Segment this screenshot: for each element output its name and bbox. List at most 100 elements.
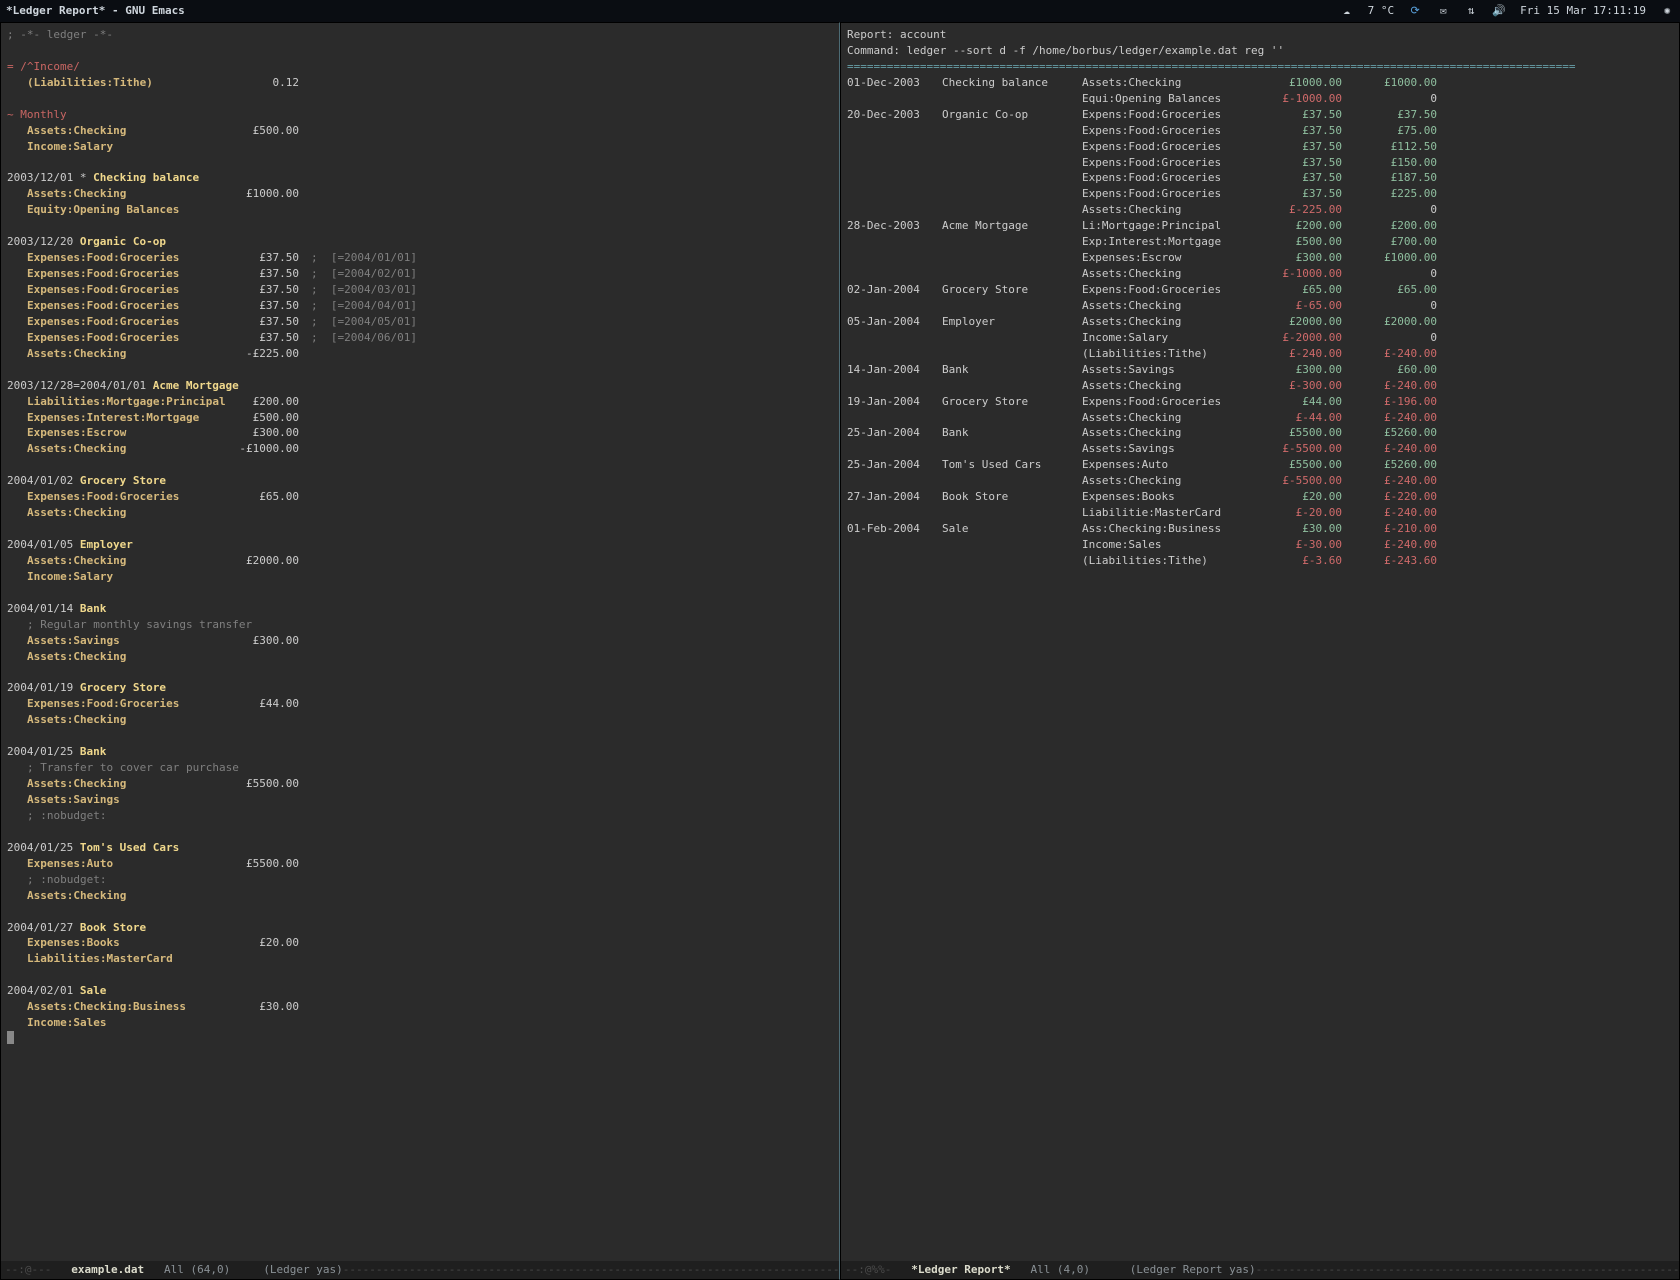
clock: Fri 15 Mar 17:11:19 (1520, 3, 1646, 19)
top-panel: *Ledger Report* - GNU Emacs ☁ 7 °C ⟳ ✉ ⇅… (0, 0, 1680, 22)
periodic-tx[interactable]: ~ Monthly (7, 107, 833, 123)
ledger-report-buffer[interactable]: Report: accountCommand: ledger --sort d … (841, 23, 1679, 1259)
posting-line[interactable]: Income:Salary (7, 139, 833, 155)
register-row[interactable]: Expens:Food:Groceries£37.50£75.00 (847, 123, 1673, 139)
posting-line[interactable]: Expenses:Food:Groceries£37.50; [=2004/04… (7, 298, 833, 314)
register-row[interactable]: Liabilitie:MasterCard£-20.00£-240.00 (847, 505, 1673, 521)
mode-comment: ; -*- ledger -*- (7, 27, 833, 43)
register-row[interactable]: Income:Salary£-2000.000 (847, 330, 1673, 346)
tx-header[interactable]: 2004/02/01 Sale (7, 983, 833, 999)
window-title-text: *Ledger Report* - GNU Emacs (6, 4, 185, 17)
posting-line[interactable]: Assets:Checking (7, 649, 833, 665)
network-icon[interactable]: ⇅ (1464, 3, 1478, 19)
register-row[interactable]: Assets:Checking£-300.00£-240.00 (847, 378, 1673, 394)
posting-line[interactable]: Assets:Checking£2000.00 (7, 553, 833, 569)
register-row[interactable]: 01-Feb-2004SaleAss:Checking:Business£30.… (847, 521, 1673, 537)
register-row[interactable]: Expens:Food:Groceries£37.50£150.00 (847, 155, 1673, 171)
register-row[interactable]: 02-Jan-2004Grocery StoreExpens:Food:Groc… (847, 282, 1673, 298)
pane-ledger-source[interactable]: ; -*- ledger -*- = /^Income/(Liabilities… (0, 22, 840, 1280)
posting-line[interactable]: Expenses:Food:Groceries£37.50; [=2004/06… (7, 330, 833, 346)
posting-line[interactable]: Expenses:Auto£5500.00 (7, 856, 833, 872)
tx-header[interactable]: 2004/01/27 Book Store (7, 920, 833, 936)
posting-line[interactable]: Income:Sales (7, 1015, 833, 1031)
posting-line[interactable]: Expenses:Food:Groceries£37.50; [=2004/03… (7, 282, 833, 298)
posting-line[interactable]: Expenses:Food:Groceries£44.00 (7, 696, 833, 712)
workspace: ; -*- ledger -*- = /^Income/(Liabilities… (0, 22, 1680, 1280)
posting-line[interactable]: Expenses:Food:Groceries£65.00 (7, 489, 833, 505)
mail-icon[interactable]: ✉ (1436, 3, 1450, 19)
tx-header[interactable]: 2004/01/25 Tom's Used Cars (7, 840, 833, 856)
register-row[interactable]: 28-Dec-2003Acme MortgageLi:Mortgage:Prin… (847, 218, 1673, 234)
posting-line[interactable]: Income:Salary (7, 569, 833, 585)
posting-line[interactable]: Assets:Checking-£1000.00 (7, 441, 833, 457)
weather-icon: ☁ (1340, 3, 1354, 19)
modeline-position: All (64,0) (144, 1262, 263, 1278)
posting-line[interactable]: Assets:Checking£500.00 (7, 123, 833, 139)
modeline-prefix: --:@%%- (845, 1262, 911, 1278)
register-row[interactable]: 27-Jan-2004Book StoreExpenses:Books£20.0… (847, 489, 1673, 505)
register-row[interactable]: 01-Dec-2003Checking balanceAssets:Checki… (847, 75, 1673, 91)
report-type: Report: account (847, 27, 1673, 43)
posting-line[interactable]: Assets:Checking (7, 505, 833, 521)
posting-line[interactable]: Assets:Checking:Business£30.00 (7, 999, 833, 1015)
register-row[interactable]: Expenses:Escrow£300.00£1000.00 (847, 250, 1673, 266)
posting-line[interactable]: (Liabilities:Tithe)0.12 (7, 75, 833, 91)
register-row[interactable]: Assets:Checking£-65.000 (847, 298, 1673, 314)
register-row[interactable]: Expens:Food:Groceries£37.50£225.00 (847, 186, 1673, 202)
register-row[interactable]: 05-Jan-2004EmployerAssets:Checking£2000.… (847, 314, 1673, 330)
volume-icon[interactable]: 🔊 (1492, 3, 1506, 19)
modeline-right: --:@%%- *Ledger Report* All (4,0) (Ledge… (841, 1261, 1679, 1279)
posting-line[interactable]: Liabilities:Mortgage:Principal£200.00 (7, 394, 833, 410)
posting-line[interactable]: Assets:Checking£1000.00 (7, 186, 833, 202)
posting-line[interactable]: Assets:Checking (7, 712, 833, 728)
tx-header[interactable]: 2003/12/01 * Checking balance (7, 170, 833, 186)
automated-tx[interactable]: = /^Income/ (7, 59, 833, 75)
posting-line[interactable]: Expenses:Food:Groceries£37.50; [=2004/01… (7, 250, 833, 266)
refresh-icon[interactable]: ⟳ (1408, 3, 1422, 19)
register-row[interactable]: 19-Jan-2004Grocery StoreExpens:Food:Groc… (847, 394, 1673, 410)
register-row[interactable]: Assets:Savings£-5500.00£-240.00 (847, 441, 1673, 457)
register-row[interactable]: (Liabilities:Tithe)£-240.00£-240.00 (847, 346, 1673, 362)
tx-header[interactable]: 2004/01/25 Bank (7, 744, 833, 760)
register-row[interactable]: Assets:Checking£-1000.000 (847, 266, 1673, 282)
posting-line[interactable]: Assets:Savings£300.00 (7, 633, 833, 649)
posting-line[interactable]: Assets:Checking£5500.00 (7, 776, 833, 792)
register-row[interactable]: 25-Jan-2004BankAssets:Checking£5500.00£5… (847, 425, 1673, 441)
tx-header[interactable]: 2004/01/19 Grocery Store (7, 680, 833, 696)
modeline-dashes: ----------------------------------------… (1256, 1262, 1679, 1278)
modeline-mode: (Ledger Report yas) (1130, 1262, 1256, 1278)
tx-header[interactable]: 2004/01/02 Grocery Store (7, 473, 833, 489)
posting-line[interactable]: Expenses:Escrow£300.00 (7, 425, 833, 441)
posting-line[interactable]: Expenses:Food:Groceries£37.50; [=2004/05… (7, 314, 833, 330)
posting-line[interactable]: Assets:Savings (7, 792, 833, 808)
posting-line[interactable]: Assets:Checking (7, 888, 833, 904)
register-row[interactable]: 20-Dec-2003Organic Co-opExpens:Food:Groc… (847, 107, 1673, 123)
tx-header[interactable]: 2004/01/05 Employer (7, 537, 833, 553)
posting-line[interactable]: Assets:Checking-£225.00 (7, 346, 833, 362)
tx-header[interactable]: 2003/12/28=2004/01/01 Acme Mortgage (7, 378, 833, 394)
pane-ledger-report[interactable]: Report: accountCommand: ledger --sort d … (840, 22, 1680, 1280)
tx-header[interactable]: 2004/01/14 Bank (7, 601, 833, 617)
modeline-mode: (Ledger yas) (263, 1262, 342, 1278)
register-row[interactable]: 25-Jan-2004Tom's Used CarsExpenses:Auto£… (847, 457, 1673, 473)
register-row[interactable]: Income:Sales£-30.00£-240.00 (847, 537, 1673, 553)
register-row[interactable]: (Liabilities:Tithe)£-3.60£-243.60 (847, 553, 1673, 569)
posting-line[interactable]: Liabilities:MasterCard (7, 951, 833, 967)
modeline-position: All (4,0) (1011, 1262, 1130, 1278)
register-row[interactable]: Expens:Food:Groceries£37.50£187.50 (847, 170, 1673, 186)
register-row[interactable]: 14-Jan-2004BankAssets:Savings£300.00£60.… (847, 362, 1673, 378)
posting-line[interactable]: Equity:Opening Balances (7, 202, 833, 218)
posting-line[interactable]: Expenses:Food:Groceries£37.50; [=2004/02… (7, 266, 833, 282)
settings-icon[interactable]: ✺ (1660, 3, 1674, 19)
cursor-line (7, 1031, 833, 1047)
register-row[interactable]: Expens:Food:Groceries£37.50£112.50 (847, 139, 1673, 155)
posting-line[interactable]: Expenses:Interest:Mortgage£500.00 (7, 410, 833, 426)
tx-header[interactable]: 2003/12/20 Organic Co-op (7, 234, 833, 250)
register-row[interactable]: Assets:Checking£-44.00£-240.00 (847, 410, 1673, 426)
register-row[interactable]: Equi:Opening Balances£-1000.000 (847, 91, 1673, 107)
ledger-source-buffer[interactable]: ; -*- ledger -*- = /^Income/(Liabilities… (1, 23, 839, 1259)
register-row[interactable]: Assets:Checking£-225.000 (847, 202, 1673, 218)
register-row[interactable]: Assets:Checking£-5500.00£-240.00 (847, 473, 1673, 489)
register-row[interactable]: Exp:Interest:Mortgage£500.00£700.00 (847, 234, 1673, 250)
posting-line[interactable]: Expenses:Books£20.00 (7, 935, 833, 951)
